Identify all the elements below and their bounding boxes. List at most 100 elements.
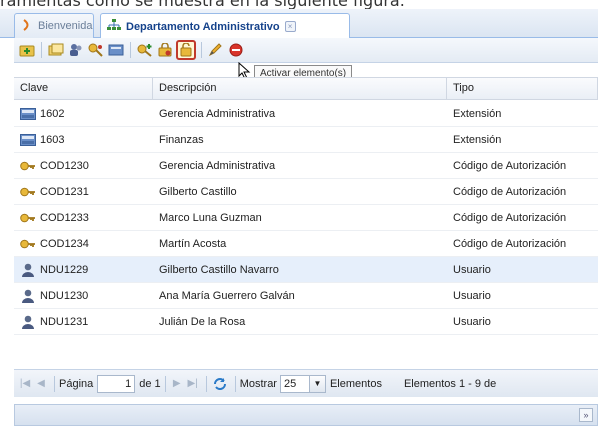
cell-descripcion: Gerencia Administrativa	[159, 107, 276, 120]
cell-tipo: Usuario	[453, 263, 491, 276]
prev-page-icon[interactable]: ◀	[34, 377, 48, 391]
key-icon	[20, 160, 36, 172]
next-page-icon[interactable]: ▶	[170, 377, 184, 391]
cell-tipo: Usuario	[453, 315, 491, 328]
welcome-icon	[21, 18, 33, 34]
cell-descripcion: Ana María Guerrero Galván	[159, 289, 295, 302]
clave-text: NDU1230	[40, 289, 89, 302]
phone-icon	[20, 133, 36, 146]
delete-icon[interactable]	[227, 41, 245, 59]
column-header-tipo[interactable]: Tipo	[447, 78, 598, 99]
elements-label: Elementos	[329, 377, 382, 390]
status-bar: »	[14, 404, 598, 426]
table-row[interactable]: COD1231 Gilberto Castillo Código de Autori…	[14, 179, 598, 205]
cell-tipo: Código de Autorización	[453, 237, 567, 250]
column-header-descripcion[interactable]: Descripción	[153, 78, 447, 99]
add-icon[interactable]	[18, 41, 36, 59]
first-page-icon[interactable]: |◀	[18, 377, 32, 391]
toolbar-separator	[41, 42, 42, 58]
user-icon	[20, 263, 36, 277]
paging-separator	[54, 375, 55, 392]
cell-tipo: Código de Autorización	[453, 185, 567, 198]
extension-icon[interactable]	[107, 41, 125, 59]
paging-toolbar: |◀ ◀ Página 1 de 1 ▶ ▶| Mostrar 25 ▼ Ele…	[14, 369, 598, 397]
user-icon	[20, 289, 36, 303]
collapse-icon[interactable]: »	[579, 408, 593, 422]
table-row[interactable]: COD1233 Marco Luna Guzman Código de Autori…	[14, 205, 598, 231]
cell-clave: COD1234	[14, 231, 153, 256]
table-row[interactable]: NDU1229 Gilberto Castillo Navarro Usuario	[14, 257, 598, 283]
users-icon[interactable]	[67, 41, 85, 59]
toolbar	[14, 38, 598, 63]
cell-tipo: Extensión	[453, 133, 502, 146]
group-icon[interactable]	[47, 41, 65, 59]
table-row[interactable]: COD1234 Martín Acosta Código de Autorizaci…	[14, 231, 598, 257]
show-label: Mostrar	[239, 377, 277, 390]
table-row[interactable]: COD1230 Gerencia Administrativa Código de …	[14, 153, 598, 179]
page-of-label: de 1	[139, 377, 161, 390]
toolbar-separator	[201, 42, 202, 58]
edit-icon[interactable]	[207, 41, 225, 59]
key-icon	[20, 212, 36, 224]
cell-descripcion: Gerencia Administrativa	[159, 159, 276, 172]
column-header-clave[interactable]: Clave	[14, 78, 153, 99]
cell-descripcion: Marco Luna Guzman	[159, 211, 262, 224]
close-icon[interactable]: ×	[284, 21, 296, 32]
clave-text: 1603	[40, 133, 65, 146]
key-icon	[20, 238, 36, 250]
clave-text: NDU1229	[40, 263, 89, 276]
phone-icon	[20, 107, 36, 120]
cell-descripcion: Gilberto Castillo	[159, 185, 237, 198]
key-add-icon[interactable]	[136, 41, 154, 59]
clave-text: COD1234	[40, 237, 89, 250]
cell-clave: COD1233	[14, 205, 153, 230]
table-row[interactable]: 1603 Finanzas Extensión	[14, 127, 598, 153]
clave-text: COD1233	[40, 211, 89, 224]
tab-label: Bienvenida	[38, 20, 93, 32]
cell-clave: 1603	[14, 127, 153, 152]
grid-header: Clave Descripción Tipo	[14, 77, 598, 100]
clave-text: 1602	[40, 107, 65, 120]
cell-clave: NDU1231	[14, 309, 153, 334]
table-row[interactable]: NDU1230 Ana María Guerrero Galván Usuario	[14, 283, 598, 309]
cell-clave: COD1230	[14, 153, 153, 178]
cell-clave: 1602	[14, 101, 153, 126]
cell-tipo: Código de Autorización	[453, 211, 567, 224]
clave-text: NDU1231	[40, 315, 89, 328]
activate-icon[interactable]	[176, 40, 196, 60]
paging-summary: Elementos 1 - 9 de	[403, 377, 497, 390]
cell-descripcion: Gilberto Castillo Navarro	[159, 263, 279, 276]
grid-body: 1602 Gerencia Administrativa Extensión 1603…	[14, 101, 598, 335]
page-label: Página	[59, 377, 94, 390]
cell-clave: NDU1230	[14, 283, 153, 308]
page-size-select[interactable]: 25	[279, 374, 310, 393]
cell-descripcion: Julián De la Rosa	[159, 315, 246, 328]
chevron-down-icon[interactable]: ▼	[309, 374, 326, 393]
tab-label: Departamento Administrativo	[126, 20, 280, 33]
org-chart-icon	[107, 19, 121, 34]
cell-descripcion: Martín Acosta	[159, 237, 227, 250]
last-page-icon[interactable]: ▶|	[186, 377, 200, 391]
clave-text: COD1231	[40, 185, 89, 198]
cell-tipo: Extensión	[453, 107, 502, 120]
cell-clave: COD1231	[14, 179, 153, 204]
paging-separator	[205, 375, 207, 392]
paging-separator	[164, 375, 166, 392]
tab-bar: Bienvenida Departamento Administrativo ×	[0, 9, 598, 39]
page-number-input[interactable]: 1	[97, 374, 136, 393]
key-icon	[20, 186, 36, 198]
cell-tipo: Código de Autorización	[453, 159, 567, 172]
clave-text: COD1230	[40, 159, 89, 172]
key-users-icon[interactable]	[87, 41, 105, 59]
table-row[interactable]: NDU1231 Julián De la Rosa Usuario	[14, 309, 598, 335]
table-row[interactable]: 1602 Gerencia Administrativa Extensión	[14, 101, 598, 127]
cell-tipo: Usuario	[453, 289, 491, 302]
tab-departamento-administrativo[interactable]: Departamento Administrativo ×	[100, 13, 350, 39]
tab-bienvenida[interactable]: Bienvenida	[14, 13, 94, 38]
toolbar-separator	[130, 42, 131, 58]
key-lock-icon[interactable]	[156, 41, 174, 59]
cell-descripcion: Finanzas	[159, 133, 204, 146]
refresh-icon[interactable]	[211, 377, 229, 391]
user-icon	[20, 315, 36, 329]
cell-clave: NDU1229	[14, 257, 153, 282]
